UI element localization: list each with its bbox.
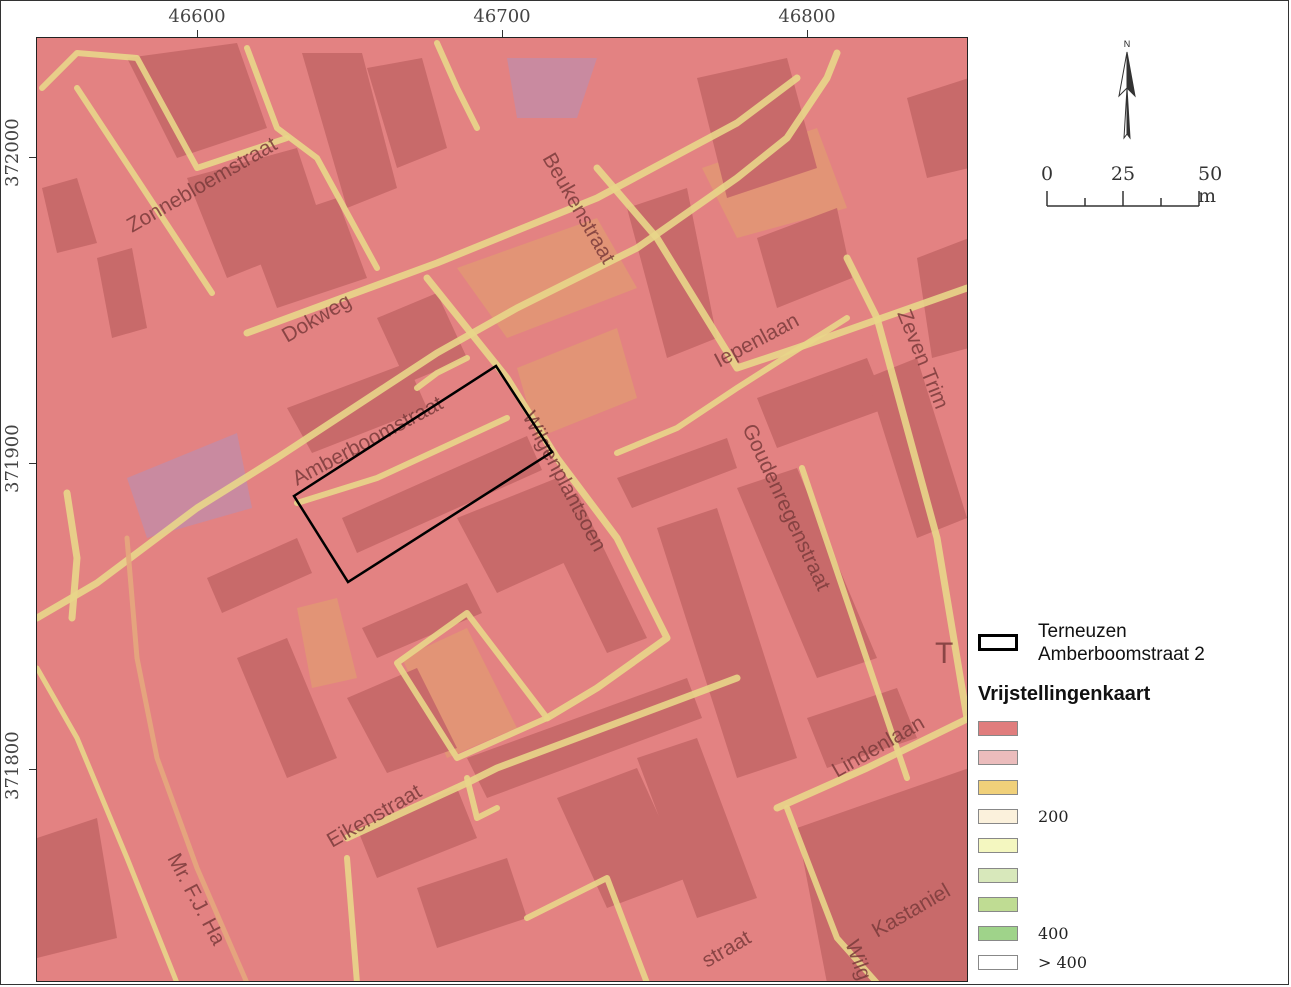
legend-swatch xyxy=(978,779,1018,795)
legend-swatch xyxy=(978,721,1018,736)
x-tick-label: 46600 xyxy=(168,6,226,27)
x-tick-mark xyxy=(502,30,503,37)
legend-site-line: Terneuzen xyxy=(1038,621,1127,642)
legend-swatch xyxy=(978,750,1018,766)
legend-class-label: 200 xyxy=(1038,806,1069,826)
north-arrow-icon: N xyxy=(1118,39,1136,140)
y-tick-mark xyxy=(29,157,36,158)
legend-site-line: Amberboomstraat 2 xyxy=(1038,644,1205,665)
map-canvas[interactable]: Zonnebloemstraat Dokweg Beukenstraat Iep… xyxy=(36,37,968,982)
x-tick-label: 46700 xyxy=(473,6,531,27)
legend-class-label: 400 xyxy=(1038,924,1069,944)
legend-swatch xyxy=(978,955,1018,971)
legend-title: Vrijstellingenkaart xyxy=(978,683,1151,705)
y-tick-mark xyxy=(29,463,36,464)
y-tick-mark xyxy=(29,769,36,770)
legend-swatch xyxy=(978,867,1018,883)
y-tick-label: 371900 xyxy=(2,424,23,493)
legend-class-label: > 400 xyxy=(1038,953,1088,973)
x-tick-mark xyxy=(807,30,808,37)
north-label: N xyxy=(1124,39,1131,49)
scale-bar: 0 25 50 m xyxy=(1040,163,1240,213)
scale-bar-graphic xyxy=(1046,191,1200,207)
y-tick-label: 371800 xyxy=(2,731,23,800)
legend-swatch xyxy=(978,808,1018,824)
map-svg: Zonnebloemstraat Dokweg Beukenstraat Iep… xyxy=(37,38,967,981)
legend-swatch xyxy=(978,926,1018,942)
street-label: T xyxy=(935,637,953,670)
north-arrow: N xyxy=(1113,38,1141,142)
legend-swatch xyxy=(978,896,1018,912)
x-tick-label: 46800 xyxy=(778,6,836,27)
legend-swatch xyxy=(978,838,1018,854)
x-tick-mark xyxy=(197,30,198,37)
legend-site-symbol xyxy=(978,634,1018,651)
legend-site-label: Terneuzen Amberboomstraat 2 xyxy=(1038,620,1205,666)
y-tick-label: 372000 xyxy=(2,118,23,187)
